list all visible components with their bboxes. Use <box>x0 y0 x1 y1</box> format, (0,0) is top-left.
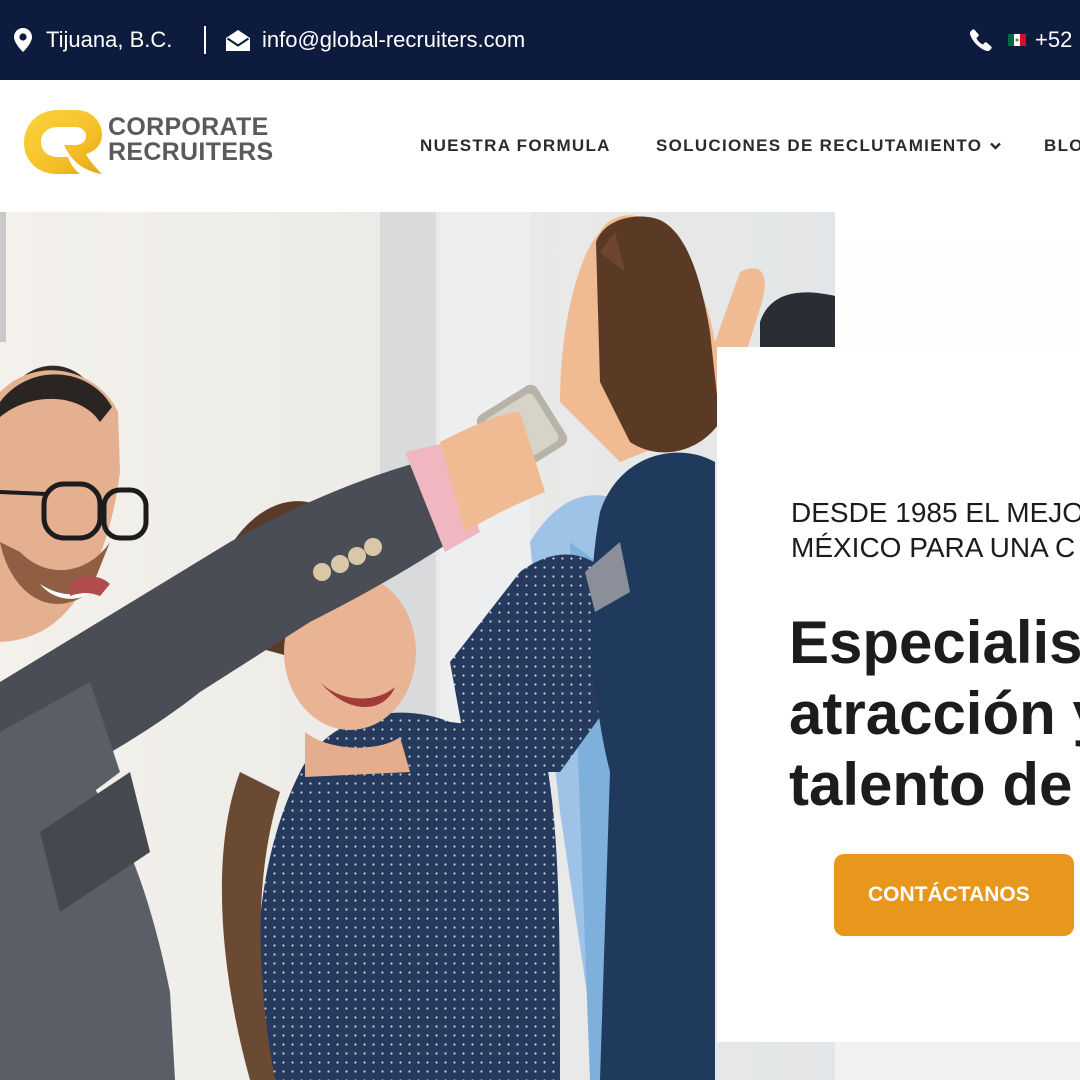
location: Tijuana, B.C. <box>14 0 172 80</box>
logo-line-2: RECRUITERS <box>108 138 274 166</box>
logo-line-1: CORPORATE <box>108 113 269 141</box>
email-text: info@global-recruiters.com <box>262 27 526 52</box>
email-link[interactable]: info@global-recruiters.com <box>226 0 525 80</box>
logo[interactable]: CORPORATE RECRUITERS <box>20 104 280 184</box>
hero-kicker-line-2: MÉXICO PARA UNA C <box>791 532 1076 563</box>
hero-headline: Especialist atracción y talento de <box>789 607 1080 820</box>
hero-section: DESDE 1985 EL MEJO MÉXICO PARA UNA C Esp… <box>0 212 1080 1080</box>
hero-photo <box>0 212 835 1080</box>
nav-item-label: NUESTRA FORMULA <box>420 136 611 155</box>
mexico-flag-icon <box>1008 34 1026 46</box>
logo-mark-icon <box>24 110 102 174</box>
hero-headline-line-1: Especialist <box>789 609 1080 676</box>
nav-item-nuestra-formula[interactable]: NUESTRA FORMULA <box>420 80 611 212</box>
hero-headline-line-2: atracción y <box>789 680 1080 747</box>
hero-kicker: DESDE 1985 EL MEJO MÉXICO PARA UNA C <box>791 495 1080 565</box>
phone-link[interactable]: +52 <box>970 0 1072 80</box>
location-text: Tijuana, B.C. <box>46 27 173 52</box>
hero-headline-line-3: talento de <box>789 751 1073 818</box>
phone-icon <box>970 29 992 51</box>
phone-text: +52 <box>1035 27 1073 52</box>
map-pin-icon <box>14 28 32 52</box>
nav-item-soluciones[interactable]: SOLUCIONES DE RECLUTAMIENTO <box>656 80 1002 212</box>
nav-item-blog[interactable]: BLO <box>1044 80 1080 212</box>
nav-item-label: BLO <box>1044 136 1080 155</box>
site-header: CORPORATE RECRUITERS NUESTRA FORMULA SOL… <box>0 80 1080 212</box>
contact-button[interactable]: CONTÁCTANOS <box>834 854 1074 936</box>
hero-card: DESDE 1985 EL MEJO MÉXICO PARA UNA C Esp… <box>717 347 1080 1042</box>
logo-wordmark: CORPORATE RECRUITERS <box>108 115 274 165</box>
hero-kicker-line-1: DESDE 1985 EL MEJO <box>791 497 1080 528</box>
topbar-divider <box>204 26 206 54</box>
chevron-down-icon <box>990 142 1002 150</box>
nav-item-label: SOLUCIONES DE RECLUTAMIENTO <box>656 136 983 155</box>
envelope-icon <box>226 29 250 51</box>
top-bar: Tijuana, B.C. info@global-recruiters.com… <box>0 0 1080 80</box>
